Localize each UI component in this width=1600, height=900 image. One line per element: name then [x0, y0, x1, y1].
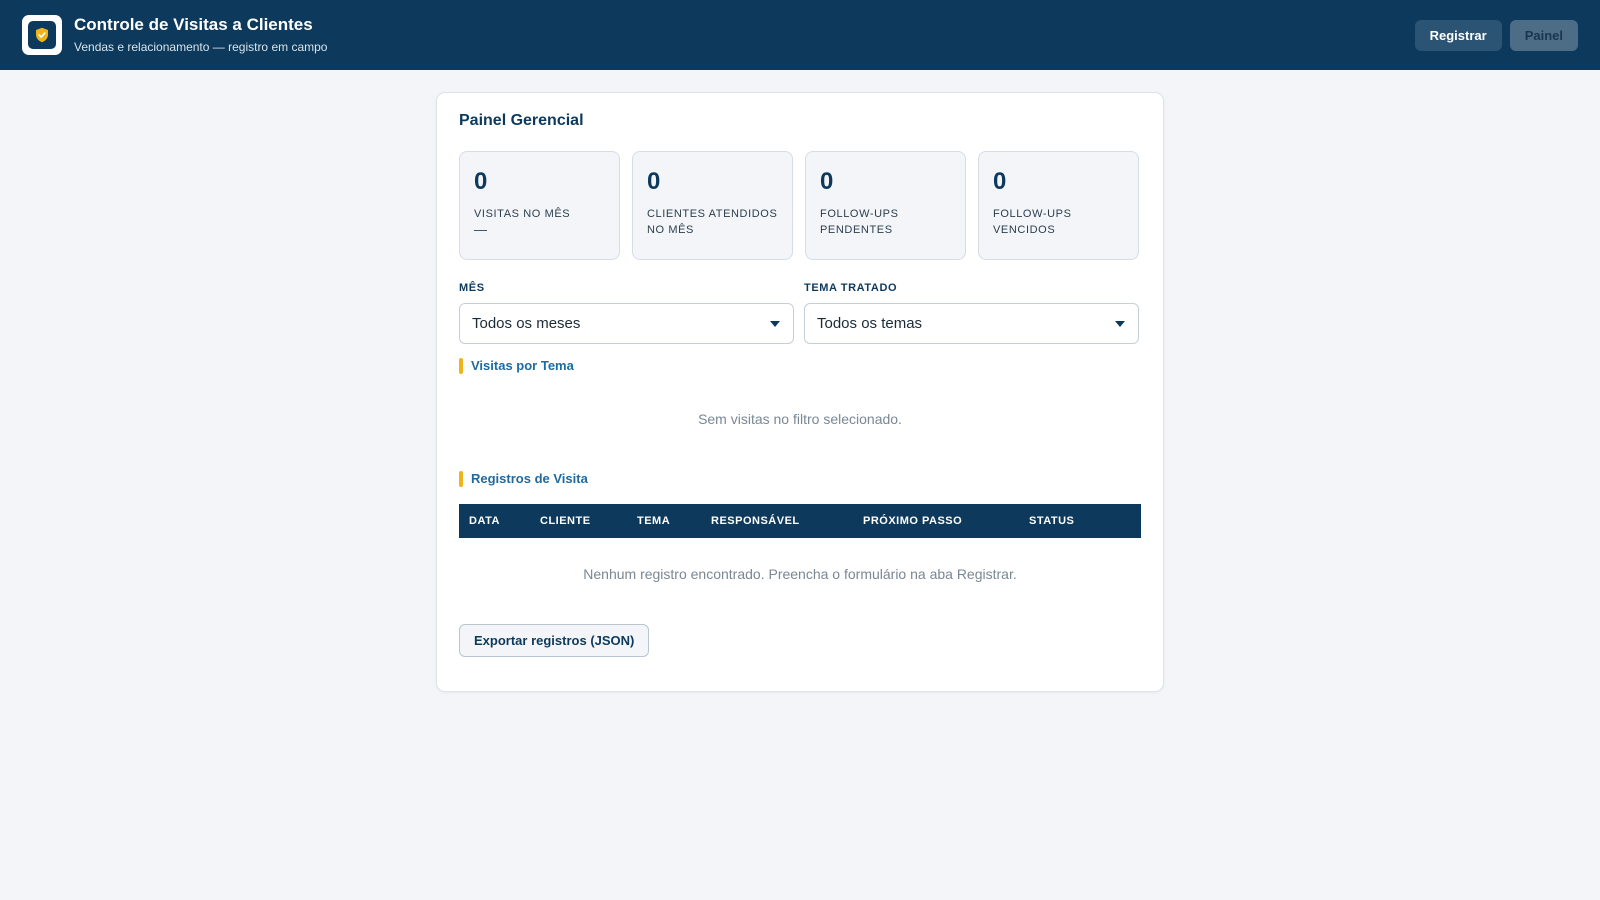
topic-filter: TEMA TRATADO Todos os temas — [804, 281, 1139, 344]
kpi-value: 0 — [993, 168, 1007, 195]
main-nav: Registrar Painel — [1414, 19, 1578, 51]
month-filter: MÊS Todos os meses — [459, 281, 794, 344]
brand: Controle de Visitas a Clientes Vendas e … — [74, 14, 327, 56]
filters: MÊS Todos os meses TEMA TRATADO Todos os… — [459, 281, 1141, 344]
kpi-value: 0 — [474, 168, 488, 195]
app-subtitle: Vendas e relacionamento — registro em ca… — [74, 40, 328, 54]
dashboard-card: Painel Gerencial 0 VISITAS NO MÊS — 0 CL… — [436, 92, 1164, 692]
column-header-proximo-passo[interactable]: PRÓXIMO PASSO — [853, 515, 1019, 527]
nav-painel-button[interactable]: Painel — [1509, 19, 1578, 51]
kpi-followups-pending: 0 FOLLOW-UPS PENDENTES — [805, 151, 966, 260]
records-section-title: Registros de Visita — [471, 471, 588, 486]
topic-section-title: Visitas por Tema — [471, 358, 574, 373]
kpi-label: FOLLOW-UPS VENCIDOS — [993, 208, 1072, 236]
month-select[interactable]: Todos os meses — [459, 303, 794, 344]
column-header-data[interactable]: DATA — [459, 515, 530, 527]
topic-section-heading: Visitas por Tema — [459, 358, 1141, 374]
section-accent-bar — [459, 471, 463, 487]
kpi-label: FOLLOW-UPS PENDENTES — [820, 208, 899, 236]
page-title: Painel Gerencial — [459, 112, 584, 129]
kpi-value: 0 — [820, 168, 834, 195]
topic-select[interactable]: Todos os temas — [804, 303, 1139, 344]
section-accent-bar — [459, 358, 463, 374]
topic-select-value: Todos os temas — [817, 315, 923, 332]
records-section-heading: Registros de Visita — [459, 471, 1141, 487]
chevron-down-icon — [770, 321, 780, 327]
records-empty-message: Nenhum registro encontrado. Preencha o f… — [583, 566, 1017, 582]
kpi-label: CLIENTES ATENDIDOS NO MÊS — [647, 208, 778, 236]
kpi-clients-month: 0 CLIENTES ATENDIDOS NO MÊS — [632, 151, 793, 260]
column-header-cliente[interactable]: CLIENTE — [530, 515, 627, 527]
kpi-label: VISITAS NO MÊS — [474, 208, 571, 220]
kpi-visits-month: 0 VISITAS NO MÊS — — [459, 151, 620, 260]
app-logo — [22, 15, 62, 55]
column-header-responsavel[interactable]: RESPONSÁVEL — [701, 515, 853, 527]
chevron-down-icon — [1115, 321, 1125, 327]
kpi-followups-overdue: 0 FOLLOW-UPS VENCIDOS — [978, 151, 1139, 260]
topic-empty-message: Sem visitas no filtro selecionado. — [698, 411, 902, 427]
shield-check-icon — [36, 27, 48, 43]
column-header-tema[interactable]: TEMA — [627, 515, 701, 527]
records-table-header: DATA CLIENTE TEMA RESPONSÁVEL PRÓXIMO PA… — [459, 504, 1141, 538]
export-json-button[interactable]: Exportar registros (JSON) — [459, 624, 650, 657]
topic-filter-label: TEMA TRATADO — [804, 282, 898, 294]
top-bar: Controle de Visitas a Clientes Vendas e … — [0, 0, 1600, 70]
kpi-subtext: — — [474, 222, 487, 237]
month-filter-label: MÊS — [459, 282, 485, 294]
column-header-status[interactable]: STATUS — [1019, 515, 1074, 527]
kpi-value: 0 — [647, 168, 661, 195]
nav-registrar-button[interactable]: Registrar — [1414, 19, 1502, 51]
app-title: Controle de Visitas a Clientes — [74, 15, 313, 34]
month-select-value: Todos os meses — [472, 315, 581, 332]
kpi-row: 0 VISITAS NO MÊS — 0 CLIENTES ATENDIDOS … — [459, 151, 1141, 260]
